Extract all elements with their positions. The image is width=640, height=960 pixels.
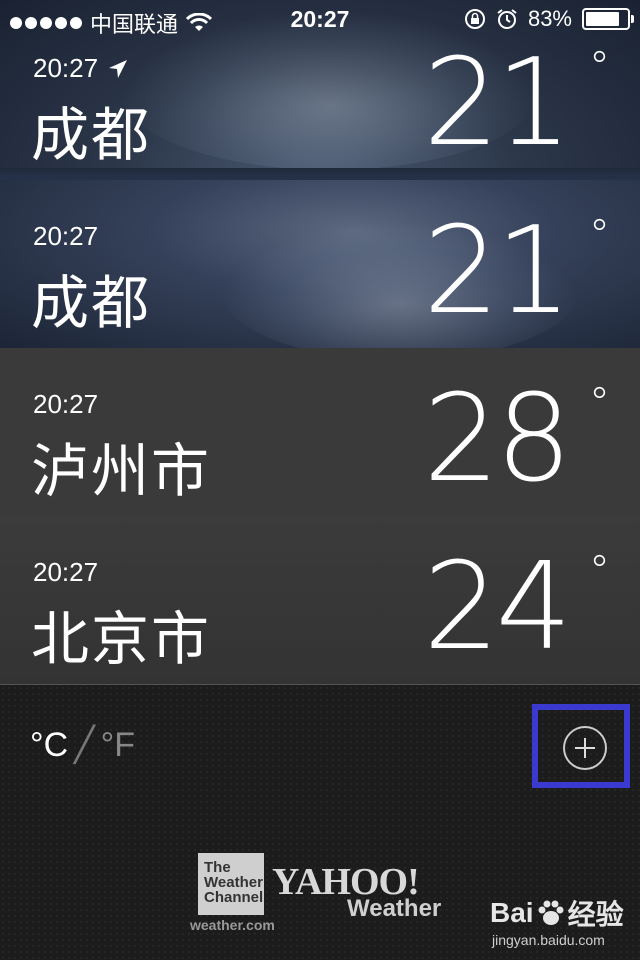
battery-fill: [586, 12, 620, 26]
city-row[interactable]: 20:27 北京市 24 °: [0, 516, 640, 684]
rotation-lock-icon: [464, 9, 485, 29]
add-city-button[interactable]: [563, 726, 607, 770]
unit-toggle[interactable]: °C ╱ °F: [30, 725, 135, 765]
bottom-panel: °C ╱ °F The Weather Channel weather.com …: [0, 684, 640, 960]
city-local-time: 20:27: [33, 557, 98, 588]
city-local-time: 20:27: [33, 53, 128, 84]
weather-channel-logo: The Weather Channel: [198, 853, 264, 915]
unit-celsius[interactable]: °C: [30, 726, 68, 765]
battery-icon: [582, 8, 634, 30]
baidu-paw-icon: [538, 900, 564, 925]
city-temperature: 21: [423, 202, 572, 341]
city-name: 成都: [31, 269, 152, 337]
city-name: 泸州市: [31, 437, 212, 505]
unit-separator: ╱: [74, 726, 95, 764]
city-local-time: 20:27: [33, 221, 98, 252]
city-temperature: 24: [423, 538, 572, 677]
status-bar: 中国联通 20:27 83%: [0, 0, 640, 40]
unit-fahrenheit[interactable]: °F: [101, 726, 135, 765]
baidu-cn-text: 经验: [567, 899, 624, 930]
twc-line: Channel: [204, 889, 264, 906]
time-text: 20:27: [33, 389, 99, 419]
battery-percent: 83%: [527, 6, 572, 31]
time-text: 20:27: [33, 221, 99, 251]
yahoo-weather-label: Weather: [347, 895, 442, 922]
city-row[interactable]: 20:27 泸州市 28 °: [0, 348, 640, 516]
city-temperature: 28: [423, 370, 572, 509]
degree-symbol: °: [589, 42, 610, 91]
row-divider: [0, 168, 640, 180]
status-bar-right: 83%: [464, 6, 634, 32]
plus-circle-icon: [575, 738, 595, 758]
city-name: 北京市: [31, 605, 212, 673]
time-text: 20:27: [33, 53, 99, 83]
baidu-jingyan-logo: Bai 经验: [490, 893, 624, 933]
city-local-time: 20:27: [33, 389, 98, 420]
weather-channel-url: weather.com: [190, 917, 275, 933]
baidu-url: jingyan.baidu.com: [492, 932, 605, 948]
time-text: 20:27: [33, 557, 99, 587]
degree-symbol: °: [589, 210, 610, 259]
twc-line: The: [204, 859, 231, 876]
alarm-icon: [497, 9, 517, 29]
location-arrow-icon: [109, 59, 128, 78]
baidu-text: Bai: [490, 897, 534, 928]
twc-line: Weather: [204, 874, 263, 891]
city-temperature: 21: [423, 34, 572, 168]
degree-symbol: °: [589, 546, 610, 595]
city-name: 成都: [31, 101, 152, 168]
city-row[interactable]: 20:27 成都 21 °: [0, 180, 640, 348]
degree-symbol: °: [589, 378, 610, 427]
